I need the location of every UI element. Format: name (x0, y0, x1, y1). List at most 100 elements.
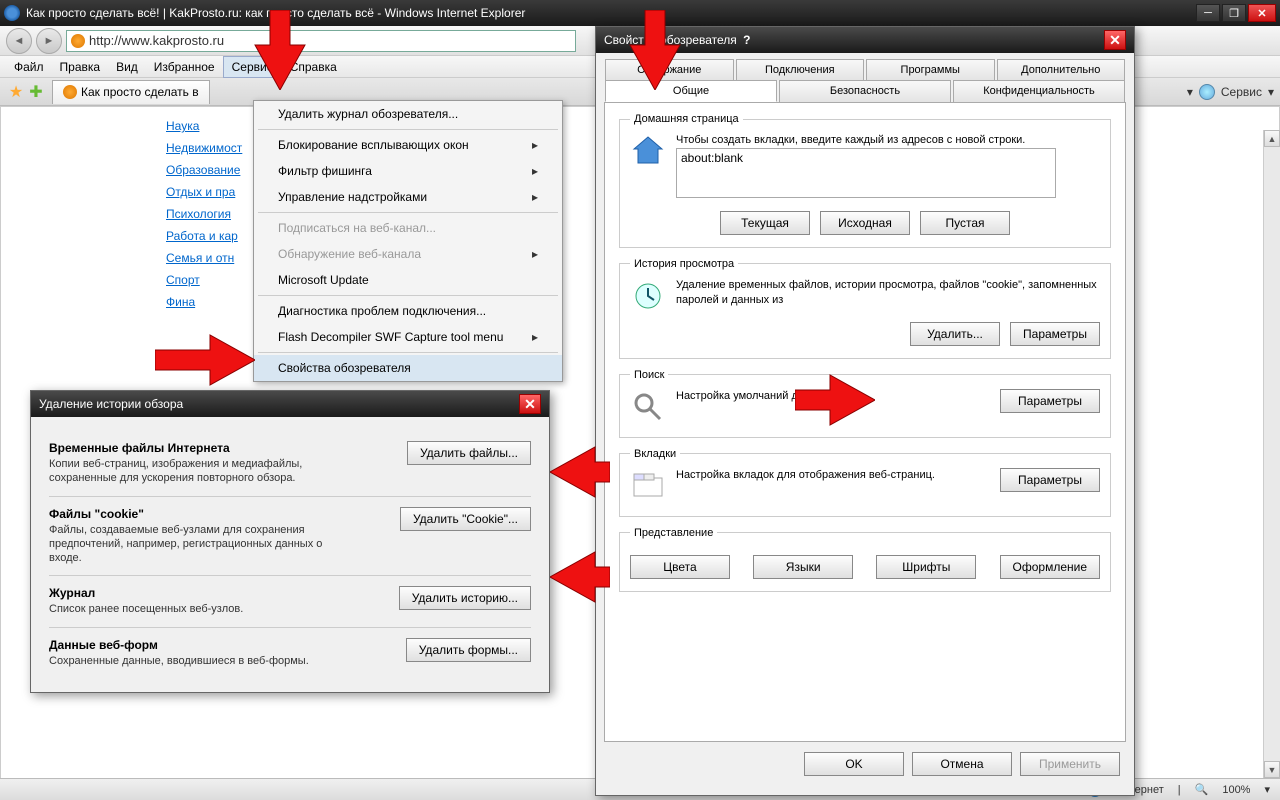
sidebar-link[interactable]: Семья и отн (166, 247, 261, 269)
sidebar-link[interactable]: Спорт (166, 269, 261, 291)
dialog-title: Удаление истории обзора (39, 397, 183, 411)
dialog-help-button[interactable]: ? (737, 30, 757, 50)
fieldset-legend: Вкладки (630, 448, 680, 460)
annotation-arrow (550, 445, 610, 500)
section-heading: Данные веб-форм (49, 638, 349, 652)
mi-delete-history[interactable]: Удалить журнал обозревателя... (254, 101, 562, 127)
section-desc: Копии веб-страниц, изображения и медиафа… (49, 457, 349, 486)
fonts-button[interactable]: Шрифты (876, 555, 976, 579)
dialog-close-button[interactable]: ✕ (1104, 30, 1126, 50)
back-button[interactable]: ◄ (6, 28, 32, 54)
toolbar-dropdown[interactable]: ▾ (1187, 85, 1193, 99)
section-forms: Данные веб-форм Сохраненные данные, ввод… (49, 628, 531, 678)
ok-button[interactable]: OK (804, 752, 904, 776)
mi-popup-block[interactable]: Блокирование всплывающих окон (254, 132, 562, 158)
annotation-arrow (550, 550, 610, 605)
tabs-text: Настройка вкладок для отображения веб-ст… (676, 468, 990, 483)
annotation-arrow (250, 10, 310, 90)
history-fieldset: История просмотра Удаление временных фай… (619, 258, 1111, 359)
tabs-settings-button[interactable]: Параметры (1000, 468, 1100, 492)
section-desc: Сохраненные данные, вводившиеся в веб-фо… (49, 654, 349, 668)
menu-view[interactable]: Вид (108, 57, 146, 77)
mi-detect-feed: Обнаружение веб-канала (254, 241, 562, 267)
section-heading: Файлы "cookie" (49, 507, 349, 521)
tab-connections[interactable]: Подключения (736, 59, 865, 80)
url-text: http://www.kakprosto.ru (89, 33, 224, 48)
colors-button[interactable]: Цвета (630, 555, 730, 579)
vertical-scrollbar[interactable]: ▲ ▼ (1263, 130, 1280, 778)
sidebar-link[interactable]: Образование (166, 159, 261, 181)
maximize-button[interactable]: ❐ (1222, 4, 1246, 22)
close-button[interactable]: ✕ (1248, 4, 1276, 22)
homepage-textarea[interactable] (676, 148, 1056, 198)
cancel-button[interactable]: Отмена (912, 752, 1012, 776)
tab-security[interactable]: Безопасность (779, 80, 951, 102)
section-heading: Временные файлы Интернета (49, 441, 349, 455)
homepage-current-button[interactable]: Текущая (720, 211, 810, 235)
history-settings-button[interactable]: Параметры (1010, 322, 1100, 346)
sidebar-link[interactable]: Отдых и пра (166, 181, 261, 203)
history-icon (630, 278, 666, 314)
annotation-arrow (155, 330, 255, 390)
tab-programs[interactable]: Программы (866, 59, 995, 80)
search-icon (630, 389, 666, 425)
home-icon (630, 133, 666, 169)
zoom-dropdown[interactable]: ▾ (1264, 783, 1270, 796)
mi-addons[interactable]: Управление надстройками (254, 184, 562, 210)
homepage-blank-button[interactable]: Пустая (920, 211, 1010, 235)
mi-flash[interactable]: Flash Decompiler SWF Capture tool menu (254, 324, 562, 350)
sidebar-link[interactable]: Недвижимост (166, 137, 261, 159)
mi-internet-options[interactable]: Свойства обозревателя (254, 355, 562, 381)
tab-privacy[interactable]: Конфиденциальность (953, 80, 1125, 102)
browser-tab[interactable]: Как просто сделать в (52, 80, 210, 104)
accessibility-button[interactable]: Оформление (1000, 555, 1100, 579)
homepage-default-button[interactable]: Исходная (820, 211, 910, 235)
mi-subscribe: Подписаться на веб-канал... (254, 215, 562, 241)
sidebar-link[interactable]: Наука (166, 115, 261, 137)
homepage-text: Чтобы создать вкладки, введите каждый из… (676, 133, 1100, 148)
apply-button[interactable]: Применить (1020, 752, 1120, 776)
fieldset-legend: Поиск (630, 369, 668, 381)
fieldset-legend: Домашняя страница (630, 113, 743, 125)
history-delete-button[interactable]: Удалить... (910, 322, 1000, 346)
ie-icon (4, 5, 20, 21)
add-favorites-icon[interactable]: ✚ (26, 82, 46, 102)
toolbar-service-label[interactable]: Сервис (1221, 85, 1262, 99)
sidebar-link[interactable]: Работа и кар (166, 225, 261, 247)
favorites-star-icon[interactable]: ★ (6, 82, 26, 102)
delete-forms-button[interactable]: Удалить формы... (406, 638, 531, 662)
languages-button[interactable]: Языки (753, 555, 853, 579)
scroll-up-button[interactable]: ▲ (1264, 130, 1280, 147)
section-desc: Файлы, создаваемые веб-узлами для сохран… (49, 523, 349, 566)
menu-edit[interactable]: Правка (52, 57, 109, 77)
scroll-down-button[interactable]: ▼ (1264, 761, 1280, 778)
zoom-level[interactable]: 100% (1222, 784, 1250, 796)
dialog-close-button[interactable]: ✕ (519, 394, 541, 414)
mi-diagnostics[interactable]: Диагностика проблем подключения... (254, 298, 562, 324)
mi-ms-update[interactable]: Microsoft Update (254, 267, 562, 293)
zoom-icon[interactable]: 🔍 (1195, 783, 1209, 796)
dialog-titlebar: Удаление истории обзора ✕ (31, 391, 549, 417)
delete-files-button[interactable]: Удалить файлы... (407, 441, 531, 465)
section-history: Журнал Список ранее посещенных веб-узлов… (49, 576, 531, 627)
search-settings-button[interactable]: Параметры (1000, 389, 1100, 413)
menu-favorites[interactable]: Избранное (146, 57, 223, 77)
gear-icon (1199, 84, 1215, 100)
delete-history-button[interactable]: Удалить историю... (399, 586, 531, 610)
forward-button[interactable]: ► (36, 28, 62, 54)
appearance-fieldset: Представление Цвета Языки Шрифты Оформле… (619, 527, 1111, 592)
service-dropdown: Удалить журнал обозревателя... Блокирова… (253, 100, 563, 382)
annotation-arrow (795, 370, 875, 430)
menu-file[interactable]: Файл (6, 57, 52, 77)
sidebar-link[interactable]: Фина (166, 291, 261, 313)
delete-cookies-button[interactable]: Удалить "Cookie"... (400, 507, 531, 531)
tab-advanced[interactable]: Дополнительно (997, 59, 1126, 80)
toolbar-service-arrow[interactable]: ▾ (1268, 85, 1274, 99)
mi-phishing[interactable]: Фильтр фишинга (254, 158, 562, 184)
address-bar[interactable]: http://www.kakprosto.ru (66, 30, 576, 52)
tab-label: Как просто сделать в (81, 85, 199, 99)
minimize-button[interactable]: ─ (1196, 4, 1220, 22)
delete-history-dialog: Удаление истории обзора ✕ Временные файл… (30, 390, 550, 693)
sidebar-link[interactable]: Психология (166, 203, 261, 225)
window-title: Как просто сделать всё! | KakProsto.ru: … (26, 6, 1196, 20)
